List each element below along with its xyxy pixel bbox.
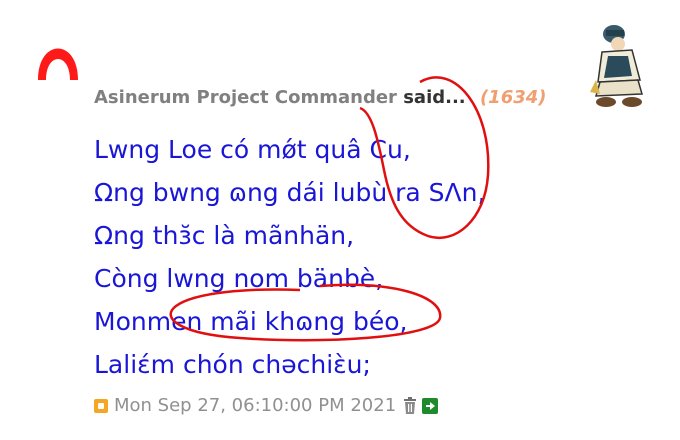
post-line: Còng lwng nom bänbè, (94, 264, 384, 293)
post-line: Ωng thɜ̆c là mãnhän, (94, 221, 355, 250)
post-line: Monmen mãi khɷng béo, (94, 307, 408, 336)
post-header: Asinerum Project Commander said... (1634… (94, 87, 547, 108)
author-name[interactable]: Asinerum Project Commander (94, 87, 397, 108)
soldier-avatar-icon[interactable] (588, 22, 648, 108)
post-line: Ωng bwng ɷng dái lubù ra SΛn, (94, 178, 486, 207)
post-body: Lwng Loe có mǿt quâ Cu, Ωng bwng ɷng dái… (94, 128, 485, 386)
post-footer: Mon Sep 27, 06:10:00 PM 2021 (94, 395, 439, 416)
post-count: (1634) (479, 87, 547, 108)
red-arch-logo-icon (38, 48, 78, 80)
post-line: Lwng Loe có mǿt quâ Cu, (94, 135, 411, 164)
trash-icon[interactable] (402, 396, 418, 415)
post-line: Laliɛ́m chón chəchiɛ̀u; (94, 350, 371, 379)
status-square-icon (94, 398, 108, 413)
said-label: said... (403, 87, 466, 108)
forum-post: Asinerum Project Commander said... (1634… (0, 0, 680, 440)
arrow-right-icon[interactable] (422, 397, 439, 414)
post-timestamp: Mon Sep 27, 06:10:00 PM 2021 (114, 395, 397, 416)
